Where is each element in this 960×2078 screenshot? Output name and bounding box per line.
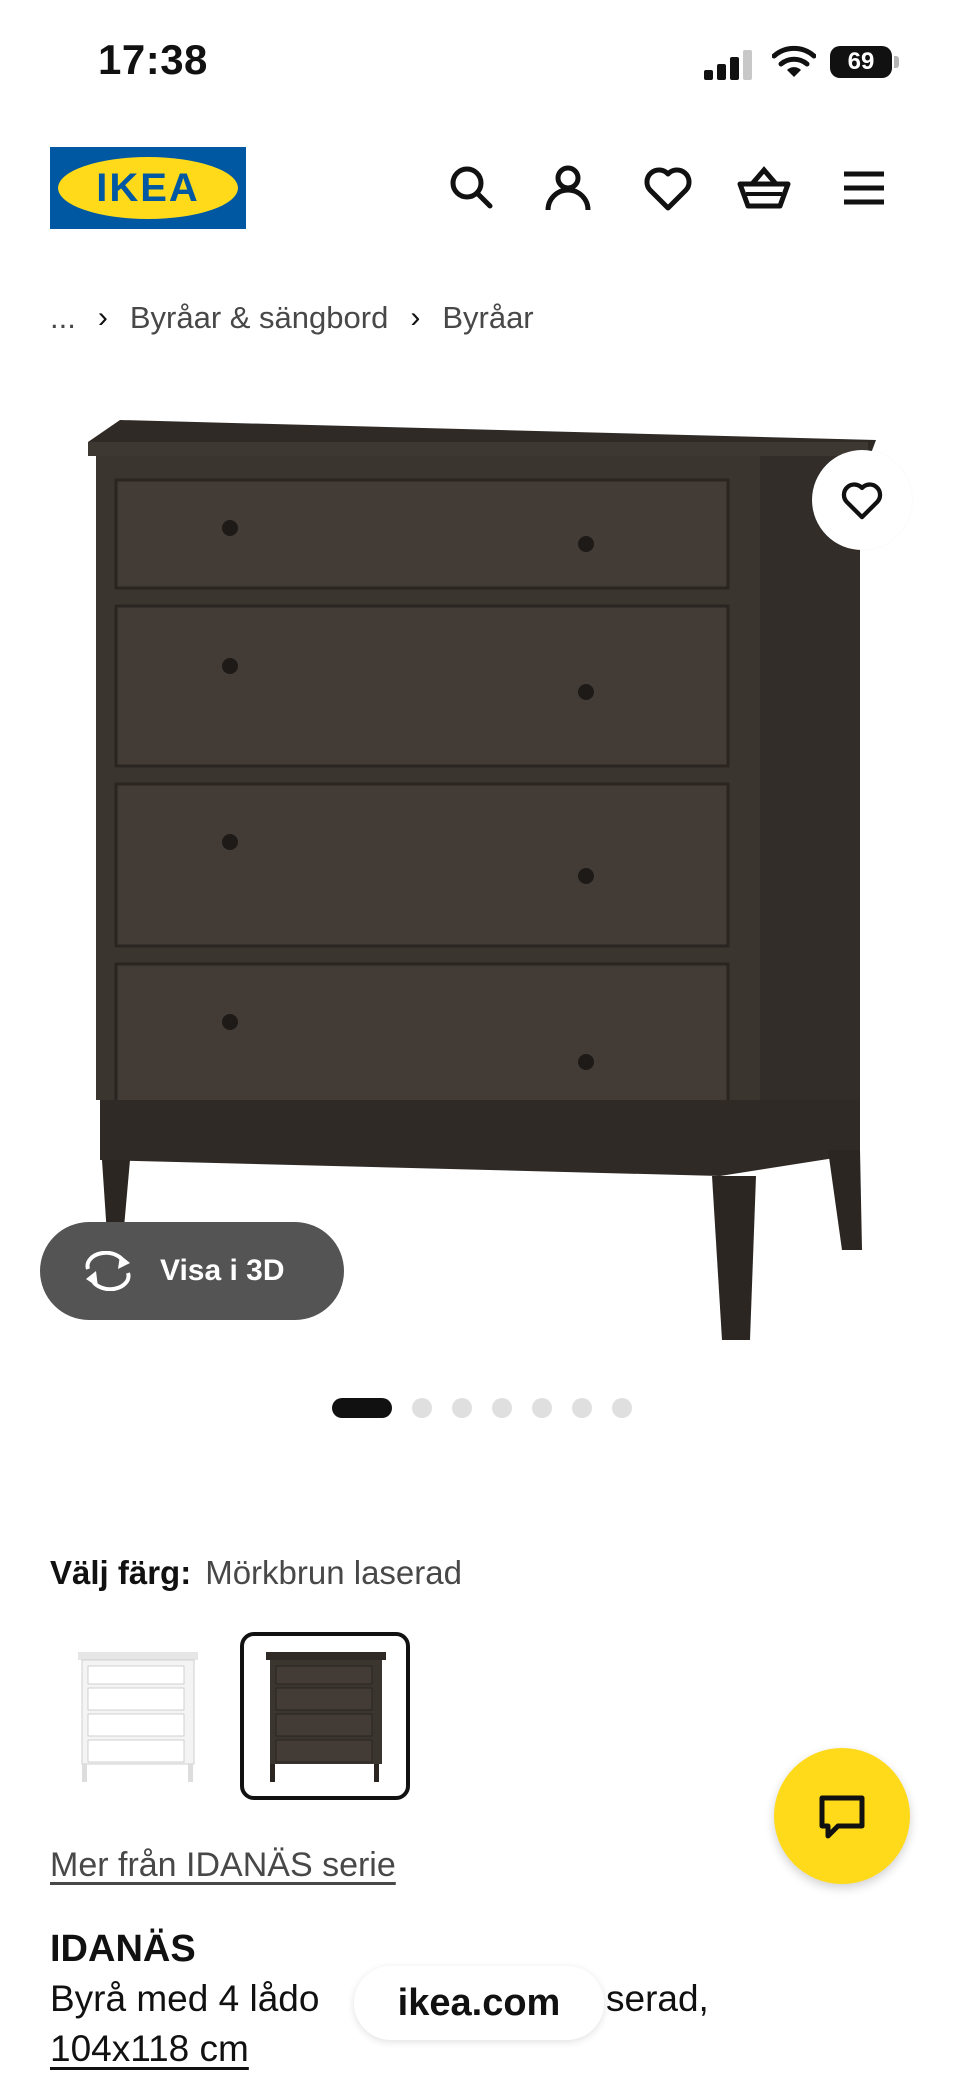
breadcrumb-item-dressers-nightstands[interactable]: Byråar & sängbord bbox=[130, 300, 388, 336]
heart-icon bbox=[841, 482, 883, 520]
color-option-dark-brown[interactable] bbox=[240, 1632, 410, 1800]
rotate-3d-icon bbox=[85, 1251, 131, 1291]
product-name: IDANÄS bbox=[50, 1928, 196, 1970]
breadcrumb: ... › Byråar & sängbord › Byråar bbox=[50, 300, 534, 336]
color-option-white[interactable] bbox=[52, 1632, 222, 1800]
chevron-right-icon: › bbox=[410, 301, 421, 334]
ikea-logo[interactable]: IKEA bbox=[50, 147, 246, 229]
carousel-dot[interactable] bbox=[452, 1398, 472, 1418]
wifi-icon bbox=[772, 45, 816, 77]
product-size-link[interactable]: 104x118 cm bbox=[50, 2028, 249, 2070]
breadcrumb-item-dressers[interactable]: Byråar bbox=[442, 300, 533, 336]
chat-icon bbox=[819, 1795, 865, 1839]
breadcrumb-ellipsis[interactable]: ... bbox=[50, 300, 76, 336]
search-icon[interactable] bbox=[444, 160, 500, 216]
add-to-favourites-button[interactable] bbox=[812, 450, 912, 550]
carousel-dot[interactable] bbox=[492, 1398, 512, 1418]
color-selector-label: Välj färg: Mörkbrun laserad bbox=[50, 1554, 462, 1592]
view-in-3d-button[interactable]: Visa i 3D bbox=[40, 1222, 344, 1320]
battery-indicator: 69 bbox=[830, 46, 892, 78]
status-time: 17:38 bbox=[98, 36, 208, 83]
carousel-dot[interactable] bbox=[412, 1398, 432, 1418]
chat-button[interactable] bbox=[774, 1748, 910, 1884]
heart-icon[interactable] bbox=[640, 160, 696, 216]
carousel-dot[interactable] bbox=[332, 1398, 392, 1418]
product-description-end: serad, bbox=[606, 1978, 709, 2019]
carousel-dot[interactable] bbox=[532, 1398, 552, 1418]
carousel-dot[interactable] bbox=[572, 1398, 592, 1418]
signal-icon bbox=[704, 48, 754, 80]
basket-icon[interactable] bbox=[736, 160, 792, 216]
dark-brown-dresser-thumbnail bbox=[266, 1652, 386, 1782]
account-icon[interactable] bbox=[540, 160, 596, 216]
choose-color-label: Välj färg: bbox=[50, 1554, 192, 1591]
view-in-3d-label: Visa i 3D bbox=[160, 1254, 285, 1287]
series-link[interactable]: Mer från IDANÄS serie bbox=[50, 1846, 396, 1885]
product-image[interactable] bbox=[80, 410, 880, 1350]
image-carousel-indicator[interactable] bbox=[332, 1398, 632, 1418]
carousel-dot[interactable] bbox=[612, 1398, 632, 1418]
battery-tip bbox=[894, 56, 899, 68]
selected-color-value: Mörkbrun laserad bbox=[205, 1554, 462, 1591]
chevron-right-icon: › bbox=[97, 301, 108, 334]
product-description-start: Byrå med 4 lådo bbox=[50, 1978, 320, 2019]
menu-icon[interactable] bbox=[836, 160, 892, 216]
logo-text: IKEA bbox=[96, 166, 200, 210]
white-dresser-thumbnail bbox=[78, 1652, 198, 1782]
browser-url-bar[interactable]: ikea.com bbox=[354, 1966, 604, 2040]
